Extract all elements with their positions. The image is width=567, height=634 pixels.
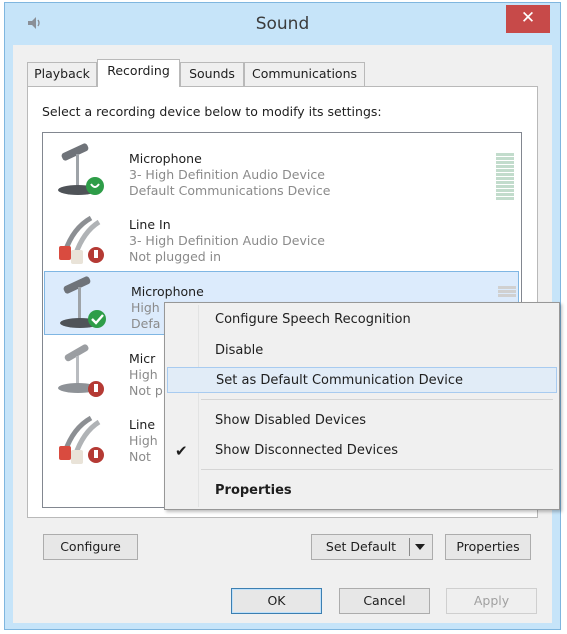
menu-item-properties[interactable]: Properties [167,478,557,504]
configure-button[interactable]: Configure [43,534,138,560]
instruction-text: Select a recording device below to modif… [42,104,382,119]
menu-separator [201,469,553,470]
set-default-button[interactable]: Set Default [311,534,433,560]
menu-item-set-default-communication[interactable]: Set as Default Communication Device [167,367,557,393]
device-status: Not [129,449,151,464]
ok-button[interactable]: OK [231,588,322,614]
device-text: Line In 3- High Definition Audio Device … [129,217,325,265]
properties-button[interactable]: Properties [445,534,531,560]
menu-item-label: Show Disabled Devices [215,413,367,428]
device-status: Not plugged in [129,249,222,264]
device-item-line-in[interactable]: Line In 3- High Definition Audio Device … [43,205,521,269]
device-driver: High [129,367,158,382]
device-name: Line [129,417,156,432]
tab-communications[interactable]: Communications [244,62,365,86]
title-bar[interactable]: Sound ✕ [5,3,560,43]
tab-playback[interactable]: Playback [27,62,97,86]
menu-item-label: Properties [215,483,292,498]
microphone-icon [58,143,104,195]
tab-recording[interactable]: Recording [97,59,180,87]
line-in-icon [59,415,104,464]
dropdown-arrow-icon[interactable] [415,544,425,550]
device-text: Microphone 3- High Definition Audio Devi… [129,151,330,199]
device-status: Not p [129,383,163,398]
window-title: Sound [255,14,310,34]
level-meter [496,153,514,205]
line-in-icon [59,215,104,264]
device-name: Line In [129,217,171,232]
device-driver: High [129,433,158,448]
device-name: Microphone [129,151,202,166]
microphone-icon [60,276,106,328]
checkmark-icon: ✔ [175,442,188,460]
menu-item-disable[interactable]: Disable [167,338,557,364]
tab-sounds[interactable]: Sounds [180,62,244,86]
device-text: Line High Not [129,417,158,465]
device-name: Microphone [131,284,204,299]
cancel-button[interactable]: Cancel [339,588,430,614]
menu-separator [201,399,553,400]
microphone-icon [58,344,104,397]
menu-item-configure-speech[interactable]: Configure Speech Recognition [167,307,557,333]
device-driver: 3- High Definition Audio Device [129,233,325,248]
device-status: Default Communications Device [129,183,331,198]
set-default-label: Set Default [325,539,397,554]
apply-button[interactable]: Apply [446,588,537,614]
split-divider [409,538,410,556]
menu-item-label: Disable [215,343,264,358]
menu-item-show-disabled[interactable]: Show Disabled Devices [167,408,557,434]
menu-item-show-disconnected[interactable]: ✔ Show Disconnected Devices [167,438,557,464]
device-driver: 3- High Definition Audio Device [129,167,325,182]
device-name: Micr [129,351,156,366]
menu-item-label: Set as Default Communication Device [216,373,464,388]
menu-gutter [198,305,199,507]
close-button[interactable]: ✕ [506,5,550,33]
menu-item-label: Configure Speech Recognition [215,312,411,327]
device-text: Micr High Not p [129,351,163,399]
device-item-microphone[interactable]: Microphone 3- High Definition Audio Devi… [43,139,521,203]
context-menu: Configure Speech Recognition Disable Set… [164,302,560,510]
menu-item-label: Show Disconnected Devices [215,443,399,458]
